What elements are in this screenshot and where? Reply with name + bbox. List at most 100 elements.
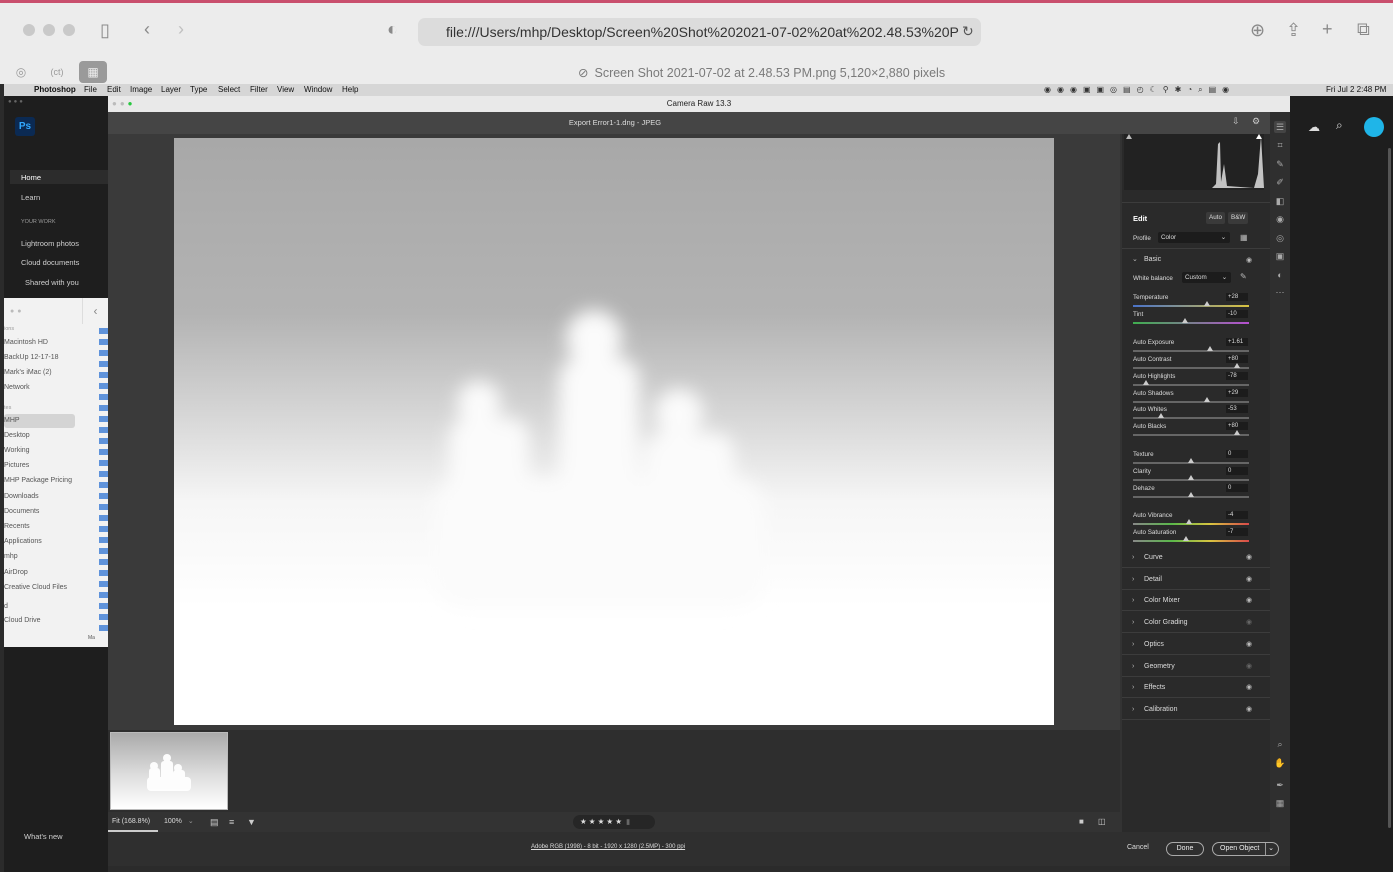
finder-item[interactable]: Desktop xyxy=(4,432,30,439)
filmstrip-thumbnail[interactable] xyxy=(110,732,228,810)
auto-contrast-value[interactable]: +80 xyxy=(1226,355,1248,363)
finder-item[interactable]: Macintosh HD xyxy=(4,339,48,346)
auto-contrast-slider-thumb[interactable] xyxy=(1234,363,1241,368)
finder-item[interactable]: Pictures xyxy=(4,462,29,469)
red-eye-icon[interactable]: ◎ xyxy=(1274,232,1286,244)
filter-icon[interactable]: ▼ xyxy=(247,817,256,827)
open-object-button[interactable]: Open Object ⌄ xyxy=(1212,842,1279,856)
finder-item[interactable]: Working xyxy=(4,447,30,454)
menu-image[interactable]: Image xyxy=(130,84,152,96)
visibility-eye-icon[interactable]: ◉ xyxy=(1246,612,1252,633)
auto-whites-slider[interactable] xyxy=(1133,417,1249,419)
visibility-eye-icon[interactable]: ◉ xyxy=(1246,634,1252,655)
basic-eye-icon[interactable]: ◉ xyxy=(1246,256,1252,264)
section-optics[interactable]: › Optics ◉ xyxy=(1122,634,1270,655)
tab-icon-ct[interactable]: (ct) xyxy=(43,61,71,83)
nav-whats-new[interactable]: What's new xyxy=(24,832,63,841)
auto-vibrance-slider-thumb[interactable] xyxy=(1185,519,1192,524)
finder-item[interactable]: d xyxy=(4,603,8,610)
tint-value[interactable]: -10 xyxy=(1226,310,1248,318)
section-color-grading[interactable]: › Color Grading ◉ xyxy=(1122,612,1270,634)
zoom-window-button[interactable] xyxy=(63,24,75,36)
section-detail[interactable]: › Detail ◉ xyxy=(1122,569,1270,590)
brush-tool-icon[interactable]: ✐ xyxy=(1274,176,1286,188)
status-icons[interactable]: ◉◉◉▣▣◎▤◴☾⚲✱◔⌕▤◉ xyxy=(1044,84,1235,96)
auto-highlights-slider[interactable] xyxy=(1133,384,1249,386)
back-icon[interactable]: ‹ xyxy=(144,19,150,39)
filmstrip-toggle-icon[interactable]: ▤ xyxy=(210,817,219,828)
finder-item[interactable]: Downloads xyxy=(4,493,39,500)
reload-icon[interactable]: ↻ xyxy=(962,21,974,41)
edit-tool-icon[interactable]: ☰ xyxy=(1274,121,1286,133)
finder-item-selected[interactable]: MHP xyxy=(4,417,20,424)
finder-item[interactable]: mhp xyxy=(4,553,18,560)
visibility-eye-icon[interactable]: ◉ xyxy=(1246,590,1252,611)
fit-zoom-button[interactable]: Fit (168.8%) xyxy=(108,812,158,832)
auto-blacks-value[interactable]: +80 xyxy=(1226,422,1248,430)
section-calibration[interactable]: › Calibration ◉ xyxy=(1122,699,1270,720)
auto-shadows-value[interactable]: +29 xyxy=(1226,389,1248,397)
profile-select[interactable]: Color ⌄ xyxy=(1158,232,1230,243)
finder-item[interactable]: Creative Cloud Files xyxy=(4,584,67,591)
nav-shared-with-you[interactable]: Shared with you xyxy=(25,278,79,287)
basic-section-title[interactable]: Basic xyxy=(1144,256,1161,263)
auto-exposure-slider-thumb[interactable] xyxy=(1206,346,1213,351)
cancel-button[interactable]: Cancel xyxy=(1127,844,1149,851)
menu-app-name[interactable]: Photoshop xyxy=(34,84,76,96)
finder-item[interactable]: BackUp 12-17-18 xyxy=(4,354,58,361)
finder-window-controls[interactable]: ●● xyxy=(10,308,24,315)
nav-home[interactable]: Home xyxy=(21,173,41,182)
cloud-icon[interactable]: ☁ xyxy=(1308,120,1320,134)
profile-browser-icon[interactable]: ▦ xyxy=(1240,233,1248,242)
auto-saturation-slider[interactable] xyxy=(1133,540,1249,542)
finder-back-icon[interactable]: ‹ xyxy=(82,298,108,324)
nav-cloud-documents[interactable]: Cloud documents xyxy=(21,258,79,267)
search-icon[interactable]: ⌕ xyxy=(1336,118,1343,133)
menu-layer[interactable]: Layer xyxy=(161,84,181,96)
auto-blacks-slider[interactable] xyxy=(1133,434,1249,436)
more-icon[interactable]: ⋯ xyxy=(1274,286,1286,298)
finder-item[interactable]: MHP Package Pricing xyxy=(4,477,72,484)
auto-shadows-slider-thumb[interactable] xyxy=(1204,397,1211,402)
tab-icon-creative-cloud[interactable]: ◎ xyxy=(7,61,35,83)
finder-item[interactable]: Documents xyxy=(4,508,39,515)
shadow-clipping-icon[interactable] xyxy=(1126,134,1132,139)
auto-vibrance-value[interactable]: -4 xyxy=(1226,511,1248,519)
scrollbar[interactable] xyxy=(1388,148,1391,828)
auto-whites-slider-thumb[interactable] xyxy=(1157,413,1164,418)
star-rating[interactable]: ★ ★ ★ ★ ★ ▮ xyxy=(573,815,655,829)
linear-gradient-icon[interactable]: ◧ xyxy=(1274,195,1286,207)
sidebar-toggle-icon[interactable]: ▯ xyxy=(100,20,110,40)
sampler-tool-icon[interactable]: ✒ xyxy=(1274,779,1286,791)
minimize-window-button[interactable] xyxy=(43,24,55,36)
healing-tool-icon[interactable]: ✎ xyxy=(1274,158,1286,170)
cr-window-controls[interactable]: ●●● xyxy=(112,96,136,112)
tint-slider-thumb[interactable] xyxy=(1182,318,1189,323)
ps-window-controls[interactable]: ●●● xyxy=(8,99,38,105)
forward-icon[interactable]: › xyxy=(178,19,184,39)
tab-overview-icon[interactable]: ⧉ xyxy=(1357,19,1370,39)
nav-learn[interactable]: Learn xyxy=(21,193,40,202)
hand-tool-icon[interactable]: ✋ xyxy=(1274,757,1286,769)
shield-icon[interactable]: ◐ xyxy=(387,19,398,39)
tab-icon-clapper[interactable]: ▦ xyxy=(79,61,107,83)
visibility-eye-icon[interactable]: ◉ xyxy=(1246,547,1252,568)
single-view-icon[interactable]: ■ xyxy=(1079,817,1084,826)
dehaze-slider-thumb[interactable] xyxy=(1188,492,1194,497)
done-button[interactable]: Done xyxy=(1166,842,1204,856)
finder-item[interactable]: AirDrop xyxy=(4,569,28,576)
clarity-value[interactable]: 0 xyxy=(1226,467,1248,475)
basic-chevron-down-icon[interactable]: ⌄ xyxy=(1132,255,1138,263)
grid-toggle-icon[interactable]: ▦ xyxy=(1274,797,1286,809)
image-preview-area[interactable] xyxy=(108,134,1120,730)
white-balance-select[interactable]: Custom ⌄ xyxy=(1182,272,1231,283)
finder-item[interactable]: Applications xyxy=(4,538,42,545)
auto-shadows-slider[interactable] xyxy=(1133,401,1249,403)
close-window-button[interactable] xyxy=(23,24,35,36)
menu-type[interactable]: Type xyxy=(190,84,207,96)
visibility-eye-icon[interactable]: ◉ xyxy=(1246,656,1252,677)
eyedropper-icon[interactable]: ✎ xyxy=(1240,272,1247,281)
auto-button[interactable]: Auto xyxy=(1206,212,1225,224)
visibility-eye-icon[interactable]: ◉ xyxy=(1246,677,1252,698)
texture-value[interactable]: 0 xyxy=(1226,450,1248,458)
